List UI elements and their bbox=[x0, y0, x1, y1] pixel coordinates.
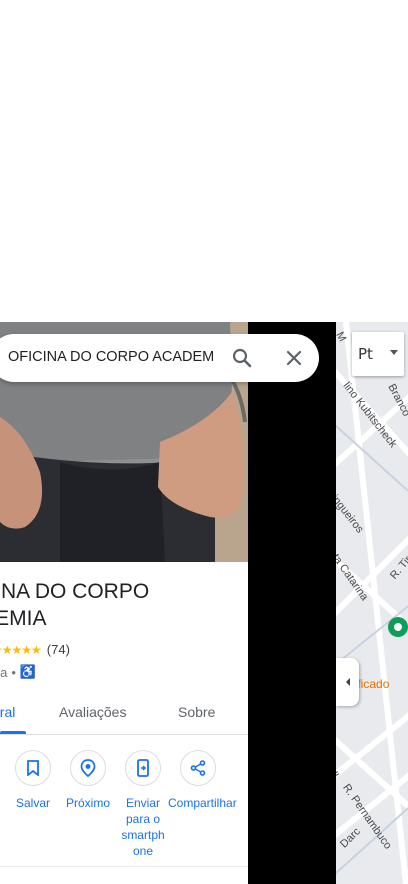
place-title-line1: CINA DO CORPO bbox=[0, 580, 150, 603]
close-icon[interactable] bbox=[282, 346, 306, 370]
save-button[interactable]: Salvar bbox=[3, 750, 63, 811]
chevron-left-icon bbox=[345, 678, 350, 686]
place-panel: CINA DO CORPO DEMIA ★★★★★ (74) nia • ♿ e… bbox=[0, 322, 248, 884]
place-title: CINA DO CORPO DEMIA bbox=[0, 578, 248, 632]
tab-overview[interactable]: eral bbox=[0, 704, 15, 720]
blank-area bbox=[0, 0, 408, 322]
chevron-down-icon bbox=[390, 350, 398, 355]
layers-label: Pt bbox=[358, 345, 373, 363]
save-label: Salvar bbox=[15, 796, 50, 810]
rating-row[interactable]: ★★★★★ (74) bbox=[0, 642, 70, 657]
action-buttons: Salvar Próximo Enviar para o smartph one… bbox=[0, 750, 248, 860]
send-to-phone-button[interactable]: Enviar para o smartph one bbox=[113, 750, 173, 859]
map-layers-button[interactable]: Pt bbox=[352, 332, 404, 376]
map-canvas[interactable]: M Branco lino Kubitscheck ringueiros nta… bbox=[336, 322, 408, 884]
share-icon bbox=[180, 750, 216, 786]
search-input[interactable]: OFICINA DO CORPO ACADEM bbox=[8, 349, 214, 365]
section-divider bbox=[0, 866, 248, 867]
send-to-phone-icon bbox=[125, 750, 161, 786]
send-to-phone-label: Enviar para o smartph one bbox=[121, 796, 165, 858]
place-category[interactable]: nia bbox=[0, 665, 7, 680]
category-row: nia • ♿ bbox=[0, 664, 36, 680]
share-button[interactable]: Compartilhar bbox=[168, 750, 237, 811]
rating-stars-icon: ★★★★★ bbox=[0, 642, 42, 657]
tab-about[interactable]: Sobre bbox=[178, 704, 215, 720]
bookmark-icon bbox=[15, 750, 51, 786]
search-box[interactable]: OFICINA DO CORPO ACADEM bbox=[0, 334, 319, 382]
collapse-panel-button[interactable] bbox=[336, 658, 359, 706]
tab-reviews[interactable]: Avaliações bbox=[59, 704, 126, 720]
black-gap bbox=[248, 322, 336, 884]
category-separator: • bbox=[11, 664, 16, 680]
nearby-icon bbox=[70, 750, 106, 786]
search-icon[interactable] bbox=[230, 346, 254, 370]
tab-active-indicator bbox=[0, 731, 26, 734]
nearby-button[interactable]: Próximo bbox=[58, 750, 118, 811]
share-label: Compartilhar bbox=[168, 796, 237, 810]
nearby-label: Próximo bbox=[65, 796, 110, 810]
tab-bar: eral Avaliações Sobre bbox=[0, 696, 248, 735]
place-title-line2: DEMIA bbox=[0, 607, 47, 630]
wheelchair-accessible-icon: ♿ bbox=[19, 664, 37, 679]
rating-count[interactable]: (74) bbox=[47, 642, 70, 657]
